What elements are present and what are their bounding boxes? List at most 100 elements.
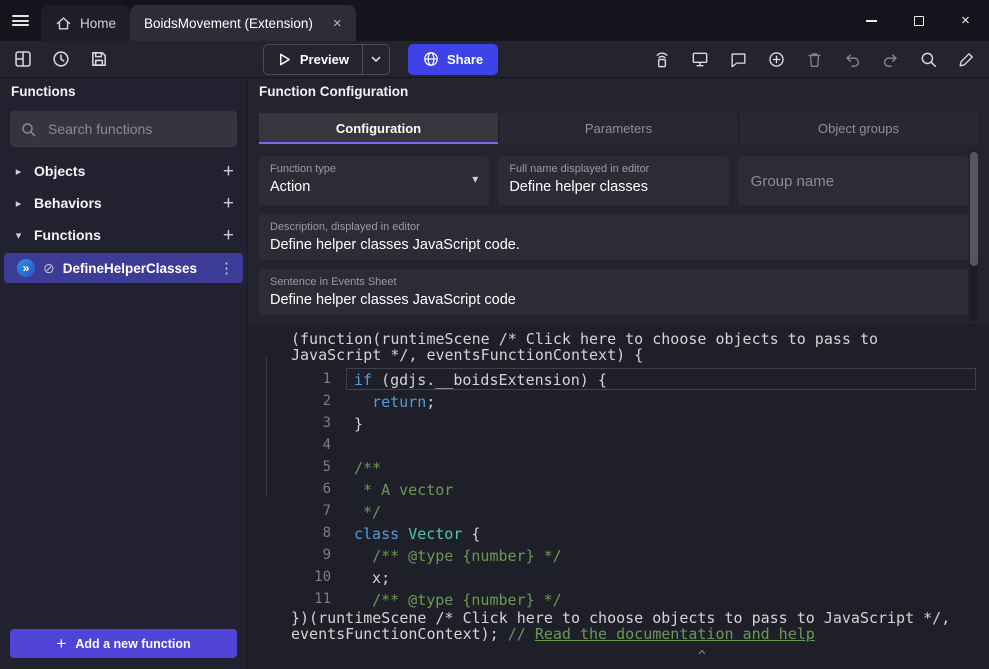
code-token: }: [354, 415, 363, 433]
tree-section-behaviors[interactable]: ▸ Behaviors +: [0, 187, 247, 219]
code-line[interactable]: 7 */: [248, 500, 989, 522]
main-menu-button[interactable]: [0, 0, 40, 41]
code-token: eventsFunctionContext);: [291, 626, 508, 642]
code-line[interactable]: 9 /** @type {number} */: [248, 544, 989, 566]
tab-home[interactable]: Home: [41, 5, 130, 41]
line-content[interactable]: return;: [346, 390, 976, 412]
plus-icon: +: [56, 635, 66, 652]
code-token: /** @type {number} */: [372, 591, 562, 609]
code-line[interactable]: 11 /** @type {number} */: [248, 588, 989, 610]
javascript-code-editor[interactable]: (function(runtimeScene /* Click here to …: [248, 324, 989, 669]
search-button[interactable]: [913, 44, 943, 74]
line-content[interactable]: x;: [346, 566, 976, 588]
full-name-field[interactable]: Full name displayed in editor Define hel…: [498, 156, 728, 205]
close-tab-icon[interactable]: ×: [333, 16, 342, 31]
plus-circle-icon: [767, 50, 786, 69]
add-new-function-button[interactable]: + Add a new function: [10, 629, 237, 658]
redo-button[interactable]: [875, 44, 905, 74]
save-button[interactable]: [84, 44, 114, 74]
code-zone-line[interactable]: eventsFunctionContext); // Read the docu…: [291, 626, 975, 642]
group-name-field[interactable]: [738, 156, 968, 205]
code-line[interactable]: 1if (gdjs.__boidsExtension) {: [248, 368, 989, 390]
add-behavior-icon[interactable]: +: [223, 194, 234, 213]
code-line[interactable]: 3}: [248, 412, 989, 434]
line-content[interactable]: /** @type {number} */: [346, 544, 976, 566]
hamburger-icon: [12, 13, 29, 29]
function-item-definehelperclasses[interactable]: » ⊘ DefineHelperClasses ⋮: [4, 253, 243, 283]
globe-icon: [423, 51, 439, 67]
line-content[interactable]: */: [346, 500, 976, 522]
line-content[interactable]: /** @type {number} */: [346, 588, 976, 610]
function-type-select[interactable]: Function type Action ▾: [259, 156, 489, 205]
description-field[interactable]: Description, displayed in editor Define …: [259, 214, 968, 260]
line-content[interactable]: /**: [346, 456, 976, 478]
code-line[interactable]: 10 x;: [248, 566, 989, 588]
sentence-label: Sentence in Events Sheet: [270, 276, 957, 288]
tree-section-label: Functions: [34, 227, 213, 243]
tab-parameters[interactable]: Parameters: [499, 113, 739, 144]
code-line[interactable]: 6 * A vector: [248, 478, 989, 500]
sentence-field[interactable]: Sentence in Events Sheet Define helper c…: [259, 269, 968, 315]
code-line[interactable]: 4: [248, 434, 989, 456]
tab-object-groups[interactable]: Object groups: [739, 113, 978, 144]
delete-button[interactable]: [799, 44, 829, 74]
code-token: (function(runtimeScene /* Click here to …: [291, 331, 878, 347]
tab-extension[interactable]: BoidsMovement (Extension) ×: [130, 5, 356, 41]
close-window-button[interactable]: ×: [942, 0, 989, 41]
close-icon: ×: [961, 12, 970, 29]
item-menu-icon[interactable]: ⋮: [219, 259, 234, 277]
minimize-button[interactable]: [848, 0, 895, 41]
network-preview-button[interactable]: [647, 44, 677, 74]
function-type-label: Function type: [270, 163, 478, 175]
form-scrollbar-thumb[interactable]: [970, 152, 978, 266]
code-token: //: [508, 626, 535, 642]
tree-section-objects[interactable]: ▸ Objects +: [0, 155, 247, 187]
line-content[interactable]: }: [346, 412, 976, 434]
code-zone-line[interactable]: JavaScript */, eventsFunctionContext) {: [291, 347, 975, 363]
maximize-button[interactable]: [895, 0, 942, 41]
tree-section-label: Objects: [34, 163, 213, 179]
chevron-down-icon: ▾: [13, 229, 24, 242]
share-button[interactable]: Share: [408, 44, 498, 75]
history-button[interactable]: [46, 44, 76, 74]
line-content[interactable]: class Vector {: [346, 522, 976, 544]
tree-section-functions[interactable]: ▾ Functions +: [0, 219, 247, 251]
preview-button[interactable]: Preview: [264, 45, 362, 74]
line-content[interactable]: if (gdjs.__boidsExtension) {: [346, 368, 976, 390]
search-functions-input[interactable]: [46, 120, 227, 138]
code-zone-line[interactable]: (function(runtimeScene /* Click here to …: [291, 331, 975, 347]
code-token: /**: [354, 459, 381, 477]
history-icon: [51, 49, 71, 69]
code-token: Vector: [408, 525, 462, 543]
code-token: class: [354, 525, 399, 543]
line-number: 5: [248, 456, 346, 478]
undo-button[interactable]: [837, 44, 867, 74]
remote-preview-button[interactable]: [685, 44, 715, 74]
sidebar-title: Functions: [0, 78, 247, 105]
tab-configuration[interactable]: Configuration: [259, 113, 499, 144]
preview-options-button[interactable]: [362, 45, 389, 74]
add-element-button[interactable]: [761, 44, 791, 74]
theme-pen-icon: [957, 50, 976, 69]
search-functions-box[interactable]: [10, 111, 237, 147]
code-line[interactable]: 2 return;: [248, 390, 989, 412]
line-content[interactable]: * A vector: [346, 478, 976, 500]
code-line[interactable]: 5 /**: [248, 456, 989, 478]
code-token: {: [462, 525, 480, 543]
add-object-icon[interactable]: +: [223, 162, 234, 181]
code-token: [399, 525, 408, 543]
code-line[interactable]: 8class Vector {: [248, 522, 989, 544]
chevron-right-icon: ▸: [13, 165, 24, 178]
add-function-icon[interactable]: +: [223, 226, 234, 245]
function-icon: »: [17, 259, 35, 277]
documentation-link[interactable]: Read the documentation and help: [535, 626, 815, 642]
form-scrollbar[interactable]: [970, 150, 978, 322]
layout-icon: [13, 49, 33, 69]
line-content[interactable]: [346, 434, 976, 456]
preview-split-button: Preview: [263, 44, 390, 75]
layout-editors-button[interactable]: [8, 44, 38, 74]
customize-button[interactable]: [951, 44, 981, 74]
group-name-input[interactable]: [749, 172, 957, 191]
feedback-button[interactable]: [723, 44, 753, 74]
code-zone-line[interactable]: })(runtimeScene /* Click here to choose …: [291, 610, 975, 626]
